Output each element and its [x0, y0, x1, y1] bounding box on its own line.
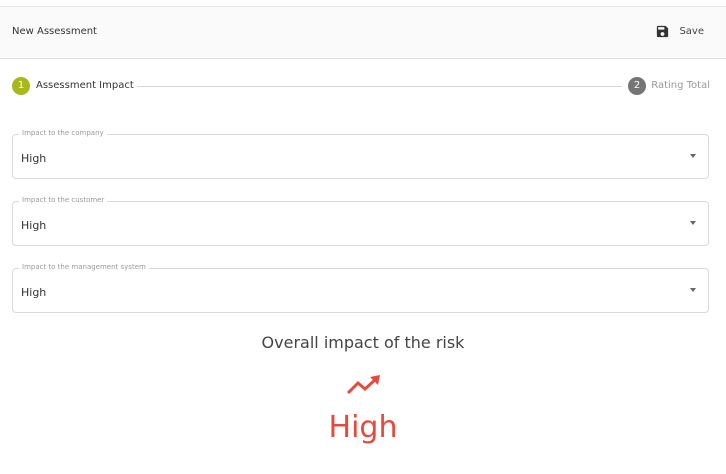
impact-company-value: High [21, 152, 47, 165]
impact-company-label: Impact to the company [19, 129, 107, 137]
impact-management-value: High [21, 286, 47, 299]
overall-impact-label: Overall impact of the risk [261, 333, 465, 352]
dropdown-arrow-icon [690, 221, 696, 225]
step-2-number[interactable]: 2 [628, 77, 646, 95]
impact-management-select[interactable]: Impact to the management system High [12, 263, 709, 313]
trending-up-icon [346, 375, 380, 395]
impact-management-label: Impact to the management system [19, 263, 149, 271]
save-button-label: Save [679, 26, 704, 37]
step-connector [137, 86, 622, 87]
step-2-label[interactable]: Rating Total [651, 80, 710, 91]
stepper: 1 Assessment Impact 2 Rating Total [12, 77, 710, 95]
save-icon [657, 25, 669, 38]
impact-customer-label: Impact to the customer [19, 196, 108, 204]
dropdown-arrow-icon [690, 288, 696, 292]
step-1-label[interactable]: Assessment Impact [36, 80, 134, 91]
step-1-number[interactable]: 1 [12, 77, 30, 95]
impact-customer-value: High [21, 219, 47, 232]
impact-customer-select[interactable]: Impact to the customer High [12, 196, 709, 246]
save-button[interactable]: Save [655, 24, 704, 39]
impact-company-select[interactable]: Impact to the company High [12, 129, 709, 179]
page-header: New Assessment Save [0, 6, 726, 59]
page-title: New Assessment [12, 26, 97, 37]
overall-impact-value: High [328, 410, 398, 445]
dropdown-arrow-icon [690, 154, 696, 158]
